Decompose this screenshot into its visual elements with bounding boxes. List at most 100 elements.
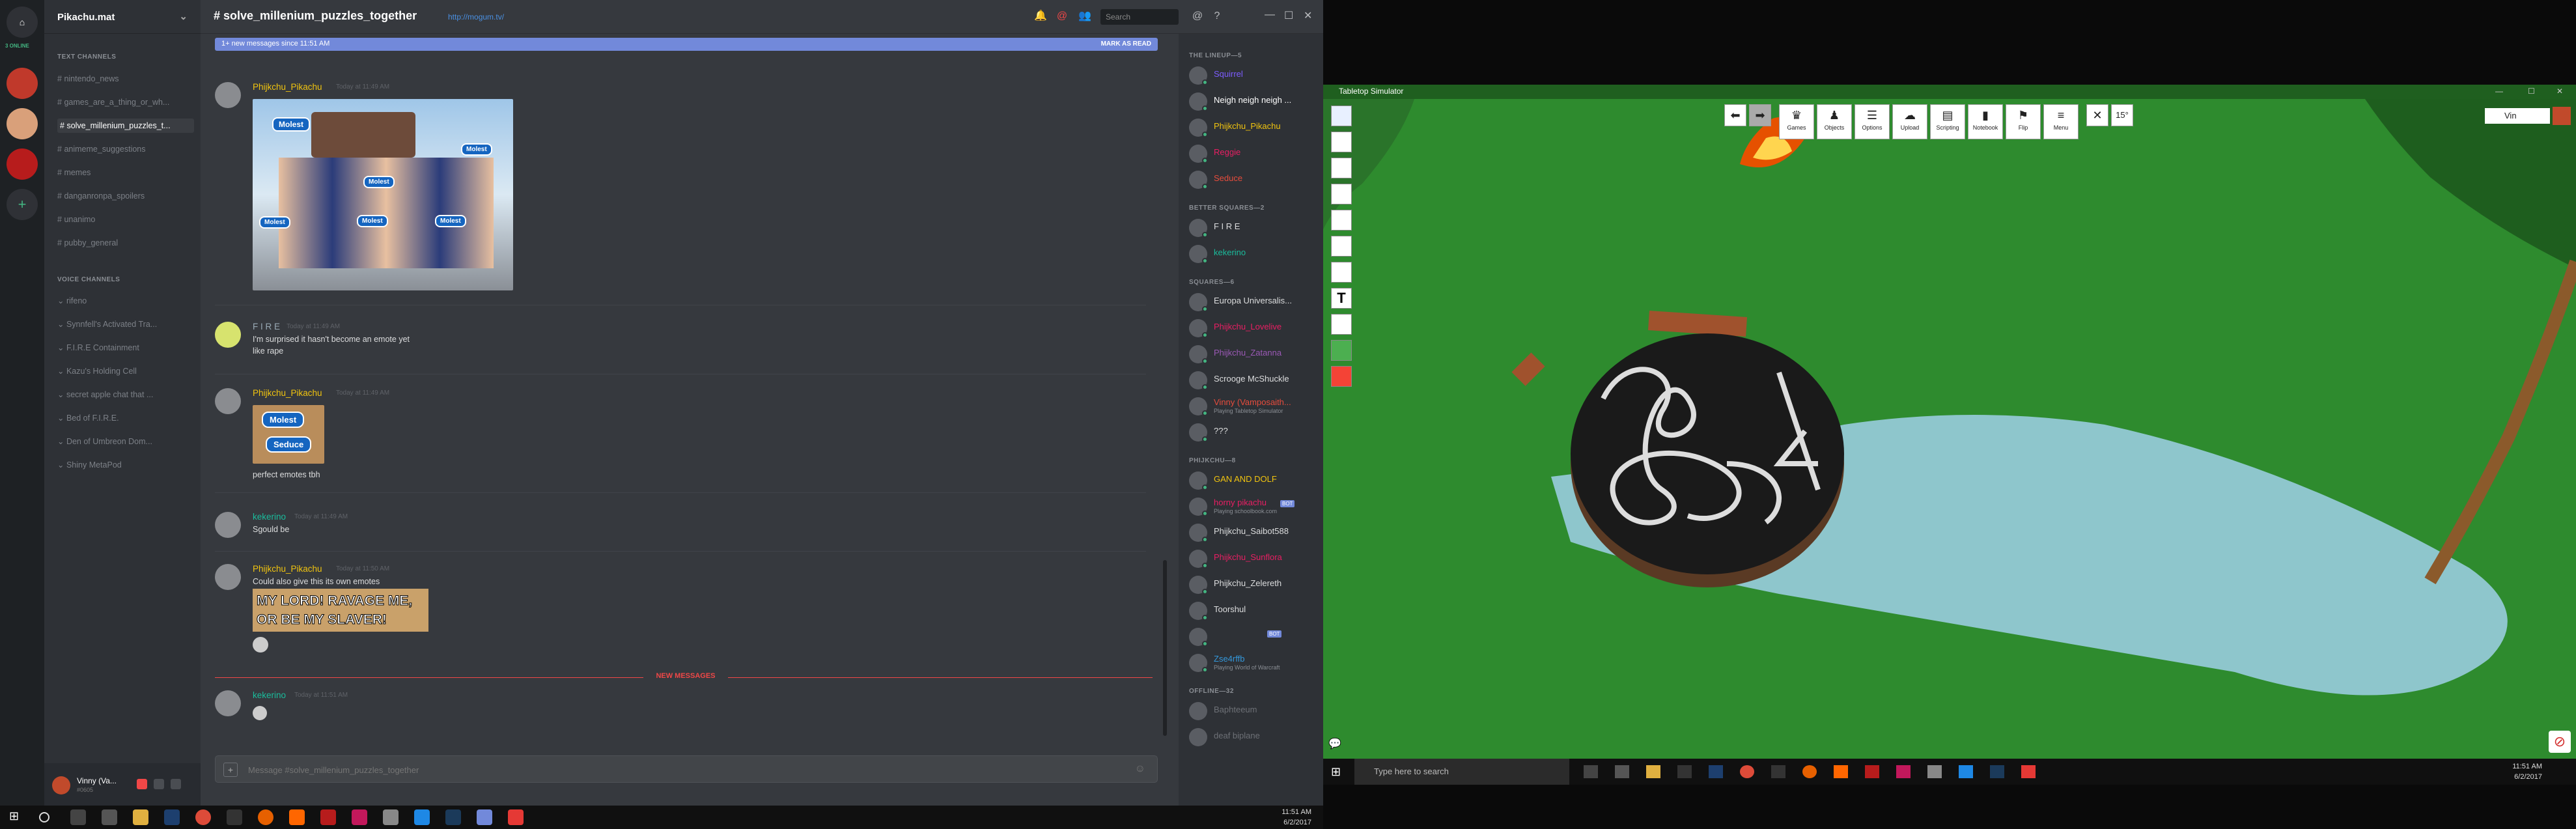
- task-view-icon[interactable]: [1584, 765, 1598, 778]
- app-icon[interactable]: [1896, 765, 1911, 778]
- message-author[interactable]: Phijkchu_Pikachu: [253, 82, 322, 92]
- game-scene[interactable]: T ⬅ ➡ ♛ Games ♟ Objects ☰ Options ☁ Upload ▤…: [1323, 99, 2576, 759]
- mention-icon[interactable]: @: [1056, 10, 1068, 22]
- mute-icon[interactable]: [137, 779, 147, 789]
- bell-icon[interactable]: 🔔: [1034, 10, 1047, 22]
- voice-channel-item[interactable]: ⌄ Shiny MetaPod: [57, 457, 194, 472]
- close-icon[interactable]: ✕: [1304, 9, 1312, 22]
- channel-item[interactable]: # danganronpa_spoilers: [57, 189, 194, 203]
- member-item[interactable]: Baphteeum: [1189, 701, 1319, 723]
- search-input[interactable]: Type here to search: [1354, 759, 1569, 785]
- stamp-tool-icon[interactable]: [1331, 366, 1352, 387]
- member-item[interactable]: Seduce: [1189, 169, 1319, 191]
- search-icon[interactable]: [39, 812, 49, 822]
- new-messages-bar[interactable]: 1+ new messages since 11:51 AM MARK AS RE…: [215, 38, 1158, 51]
- message-author[interactable]: kekerino: [253, 690, 286, 700]
- app-icon[interactable]: [383, 809, 399, 825]
- member-item[interactable]: horny pikachu Playing schoolbook.com BOT: [1189, 496, 1319, 518]
- app-icon[interactable]: [1959, 765, 1973, 778]
- member-item[interactable]: Reggie: [1189, 143, 1319, 165]
- games-button[interactable]: ♛ Games: [1779, 104, 1814, 139]
- line-tool-icon[interactable]: [1331, 132, 1352, 152]
- taskbar-clock[interactable]: 11:51 AM 6/2/2017: [2512, 761, 2542, 782]
- voice-channel-item[interactable]: ⌄ rifeno: [57, 293, 194, 308]
- app-icon[interactable]: [1834, 765, 1848, 778]
- avatar[interactable]: [215, 690, 241, 716]
- app-icon[interactable]: [1865, 765, 1879, 778]
- voice-channel-item[interactable]: ⌄ Bed of F.I.R.E.: [57, 410, 194, 425]
- message-author[interactable]: F I R E: [253, 322, 280, 331]
- voice-channel-item[interactable]: ⌄ Synnfell's Activated Tra...: [57, 316, 194, 331]
- avatar[interactable]: [2553, 107, 2571, 125]
- member-item[interactable]: Phijkchu_Lovelive: [1189, 318, 1319, 340]
- member-item[interactable]: Scrooge McShuckle: [1189, 370, 1319, 392]
- meme-image[interactable]: MY LORD! RAVAGE ME, OR BE MY SLAVER!: [253, 589, 428, 632]
- steam-icon[interactable]: [445, 809, 461, 825]
- member-item[interactable]: Squirrel: [1189, 65, 1319, 87]
- member-item[interactable]: Europa Universalis...: [1189, 292, 1319, 314]
- minimize-icon[interactable]: —: [2495, 87, 2503, 96]
- channel-item[interactable]: # pubby_general: [57, 236, 194, 250]
- start-icon[interactable]: ⊞: [9, 809, 25, 825]
- flip-button[interactable]: ⚑ Flip: [2006, 104, 2041, 139]
- member-item[interactable]: GAN AND DOLF: [1189, 470, 1319, 492]
- member-item[interactable]: Neigh neigh neigh ...: [1189, 91, 1319, 113]
- member-item[interactable]: kekerino: [1189, 244, 1319, 266]
- player-name[interactable]: Vin: [2485, 108, 2550, 124]
- voice-channel-item[interactable]: ⌄ F.I.R.E Containment: [57, 340, 194, 355]
- app-icon[interactable]: [289, 809, 305, 825]
- emoji-icon[interactable]: ☺: [1135, 763, 1145, 775]
- member-item[interactable]: F I R E: [1189, 218, 1319, 240]
- notebook-button[interactable]: ▮ Notebook: [1968, 104, 2003, 139]
- scripting-button[interactable]: ▤ Scripting: [1930, 104, 1965, 139]
- message-author[interactable]: Phijkchu_Pikachu: [253, 388, 322, 398]
- app-icon[interactable]: [508, 809, 524, 825]
- deafen-icon[interactable]: [154, 779, 164, 789]
- redo-button[interactable]: ➡: [1749, 104, 1771, 126]
- flick-tool-icon[interactable]: [1331, 158, 1352, 178]
- server-icon-2[interactable]: [7, 108, 38, 139]
- photoshop-icon[interactable]: [164, 809, 180, 825]
- channel-item[interactable]: # memes: [57, 165, 194, 180]
- text-tool-icon[interactable]: T: [1331, 288, 1352, 309]
- home-icon[interactable]: ⌂: [7, 7, 38, 38]
- ruler-tool-icon[interactable]: [1331, 210, 1352, 231]
- voice-channel-item[interactable]: ⌄ Den of Umbreon Dom...: [57, 434, 194, 449]
- app-icon[interactable]: [227, 809, 242, 825]
- avatar[interactable]: [215, 564, 241, 590]
- objects-button[interactable]: ♟ Objects: [1817, 104, 1852, 139]
- no-entry-icon[interactable]: ⊘: [2549, 731, 2571, 753]
- server-header[interactable]: Pikachu.mat ⌄: [44, 0, 201, 34]
- members-icon[interactable]: 👥: [1078, 10, 1091, 22]
- attached-image[interactable]: Molest Molest Molest Molest Molest Moles…: [253, 99, 513, 290]
- snap-tool-icon[interactable]: [1331, 314, 1352, 335]
- member-item[interactable]: Zse4rffb Playing World of Warcraft: [1189, 653, 1319, 675]
- app-icon[interactable]: [1771, 765, 1785, 778]
- calendar-icon[interactable]: [102, 809, 117, 825]
- server-icon-1[interactable]: [7, 68, 38, 99]
- avatar[interactable]: [215, 82, 241, 108]
- upload-icon[interactable]: +: [223, 763, 238, 777]
- folder-icon[interactable]: [133, 809, 148, 825]
- scrollbar[interactable]: [1163, 560, 1167, 736]
- member-item[interactable]: deaf biplane: [1189, 727, 1319, 749]
- photoshop-icon[interactable]: [1709, 765, 1723, 778]
- member-item[interactable]: Vinny (Vamposaith... Playing Tabletop Sim…: [1189, 396, 1319, 418]
- member-item[interactable]: Phijkchu_Saibot588: [1189, 522, 1319, 544]
- menu-button[interactable]: ≡ Menu: [2043, 104, 2079, 139]
- grab-icon[interactable]: ✕: [2086, 104, 2108, 126]
- mentions-icon[interactable]: @: [1192, 10, 1203, 22]
- search-input[interactable]: Search: [1100, 9, 1179, 25]
- calendar-icon[interactable]: [1615, 765, 1629, 778]
- maximize-icon[interactable]: ☐: [2528, 87, 2535, 96]
- paint-tool-icon[interactable]: [1331, 340, 1352, 361]
- channel-item[interactable]: # unanimo: [57, 212, 194, 227]
- member-item[interactable]: Phijkchu_Sunflora: [1189, 548, 1319, 570]
- upload-button[interactable]: ☁ Upload: [1892, 104, 1927, 139]
- server-icon-3[interactable]: [7, 148, 38, 180]
- avatar[interactable]: [52, 776, 70, 794]
- channel-item-active[interactable]: # solve_millenium_puzzles_t...: [57, 119, 194, 133]
- channel-item[interactable]: # animeme_suggestions: [57, 142, 194, 156]
- channel-item[interactable]: # games_are_a_thing_or_wh...: [57, 95, 194, 109]
- steam-icon[interactable]: [1990, 765, 2004, 778]
